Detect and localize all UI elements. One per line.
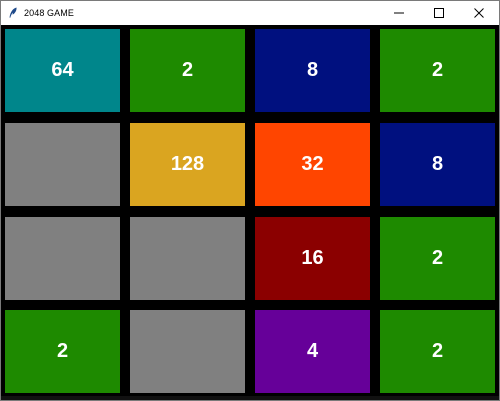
maximize-button[interactable] (419, 1, 459, 25)
game-window: 2048 GAME 64 2 8 2 128 32 8 16 2 2 4 2 (0, 0, 500, 401)
tile-r3-c0: 2 (5, 310, 120, 393)
tile-r0-c2: 8 (255, 29, 370, 112)
tile-r1-c1: 128 (130, 123, 245, 206)
minimize-icon (394, 12, 404, 14)
maximize-icon (434, 8, 444, 18)
window-controls (379, 1, 499, 25)
window-title: 2048 GAME (24, 8, 74, 18)
tile-r0-c3: 2 (380, 29, 495, 112)
tile-r0-c0: 64 (5, 29, 120, 112)
close-icon (474, 8, 484, 18)
tile-r2-c1 (130, 217, 245, 300)
tile-r3-c1 (130, 310, 245, 393)
tile-r2-c3: 2 (380, 217, 495, 300)
tile-r0-c1: 2 (130, 29, 245, 112)
tile-r3-c3: 2 (380, 310, 495, 393)
tile-r3-c2: 4 (255, 310, 370, 393)
tile-r2-c2: 16 (255, 217, 370, 300)
tile-r1-c0 (5, 123, 120, 206)
feather-icon (5, 5, 21, 21)
title-bar[interactable]: 2048 GAME (1, 1, 499, 25)
tile-r2-c0 (5, 217, 120, 300)
minimize-button[interactable] (379, 1, 419, 25)
tile-r1-c2: 32 (255, 123, 370, 206)
game-board[interactable]: 64 2 8 2 128 32 8 16 2 2 4 2 (1, 25, 499, 396)
window-bottom-edge (1, 396, 499, 400)
tile-r1-c3: 8 (380, 123, 495, 206)
close-button[interactable] (459, 1, 499, 25)
